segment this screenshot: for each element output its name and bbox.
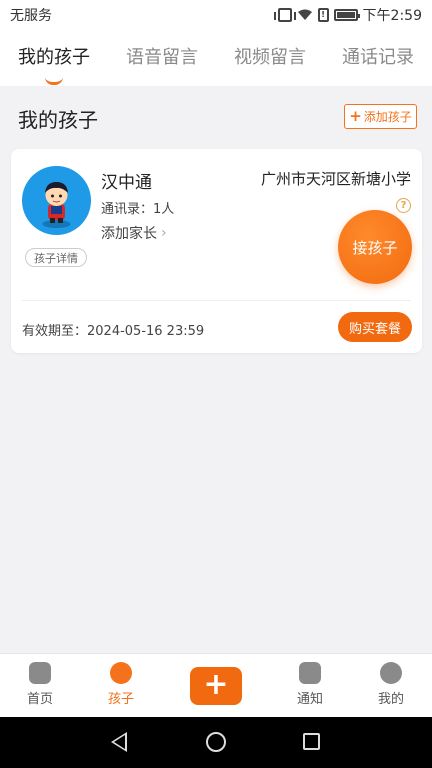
tab-my-children[interactable]: 我的孩子 <box>18 43 90 85</box>
nav-label: 首页 <box>26 692 53 707</box>
child-name: 汉中通 <box>101 173 152 193</box>
plus-icon: + <box>349 107 362 125</box>
tab-call-records[interactable]: 通话记录 <box>342 43 414 73</box>
tab-video-messages[interactable]: 视频留言 <box>234 43 306 73</box>
bottom-nav: 首页 孩子 + 通知 我的 <box>0 653 432 717</box>
add-child-label: 添加孩子 <box>363 110 412 124</box>
status-bar: 无服务 ! 下午2:59 <box>0 0 432 30</box>
add-parent-link[interactable]: 添加家长 › <box>101 223 167 243</box>
notification-icon <box>299 662 321 684</box>
tab-active-indicator <box>45 77 63 85</box>
home-circle-icon[interactable] <box>206 732 226 752</box>
back-icon[interactable] <box>111 732 127 752</box>
profile-icon <box>380 662 402 684</box>
tab-label: 我的孩子 <box>18 47 90 68</box>
home-icon <box>29 662 51 684</box>
pickup-child-button[interactable]: 接孩子 <box>338 210 412 284</box>
nav-label: 通知 <box>296 692 323 707</box>
contacts-count[interactable]: 通讯录：1人 <box>101 198 174 217</box>
system-navigation-bar <box>0 717 432 768</box>
clock-text: 下午2:59 <box>362 8 422 24</box>
nav-item-profile[interactable]: 我的 <box>361 662 421 707</box>
child-icon <box>110 662 132 684</box>
recent-apps-icon[interactable] <box>303 733 320 750</box>
cartoon-boy-icon <box>42 182 71 228</box>
nav-item-home[interactable]: 首页 <box>10 662 70 707</box>
tab-voice-messages[interactable]: 语音留言 <box>126 43 198 73</box>
nav-label: 我的 <box>377 692 404 707</box>
nav-label: 孩子 <box>107 692 134 707</box>
child-avatar[interactable] <box>22 166 91 235</box>
top-tab-bar: 我的孩子 语音留言 视频留言 通话记录 <box>0 30 432 86</box>
status-icons: ! 下午2:59 <box>273 5 422 25</box>
tab-label: 语音留言 <box>126 47 198 68</box>
child-details-button[interactable]: 孩子详情 <box>25 248 87 267</box>
add-child-button[interactable]: + 添加孩子 <box>344 104 417 129</box>
validity-text: 有效期至：2024-05-16 23:59 <box>22 324 205 339</box>
add-parent-label: 添加家长 <box>101 226 157 242</box>
nav-item-notifications[interactable]: 通知 <box>280 662 340 707</box>
child-card[interactable]: 孩子详情 汉中通 广州市天河区新塘小学 通讯录：1人 添加家长 › ? 接孩子 … <box>11 149 422 353</box>
chevron-right-icon: › <box>161 225 167 241</box>
battery-icon <box>333 9 360 21</box>
help-icon[interactable]: ? <box>396 198 411 213</box>
sim-alert-icon: ! <box>317 8 329 22</box>
tab-label: 通话记录 <box>342 47 414 68</box>
add-button[interactable]: + <box>190 667 242 705</box>
section-title: 我的孩子 <box>18 108 98 132</box>
carrier-text: 无服务 <box>10 8 52 24</box>
buy-package-button[interactable]: 购买套餐 <box>338 312 412 342</box>
nav-item-child[interactable]: 孩子 <box>91 662 151 707</box>
tab-label: 视频留言 <box>234 47 306 68</box>
divider <box>22 300 411 301</box>
school-name: 广州市天河区新塘小学 <box>260 170 411 188</box>
vibrate-icon <box>273 8 296 22</box>
wifi-icon <box>297 9 312 20</box>
